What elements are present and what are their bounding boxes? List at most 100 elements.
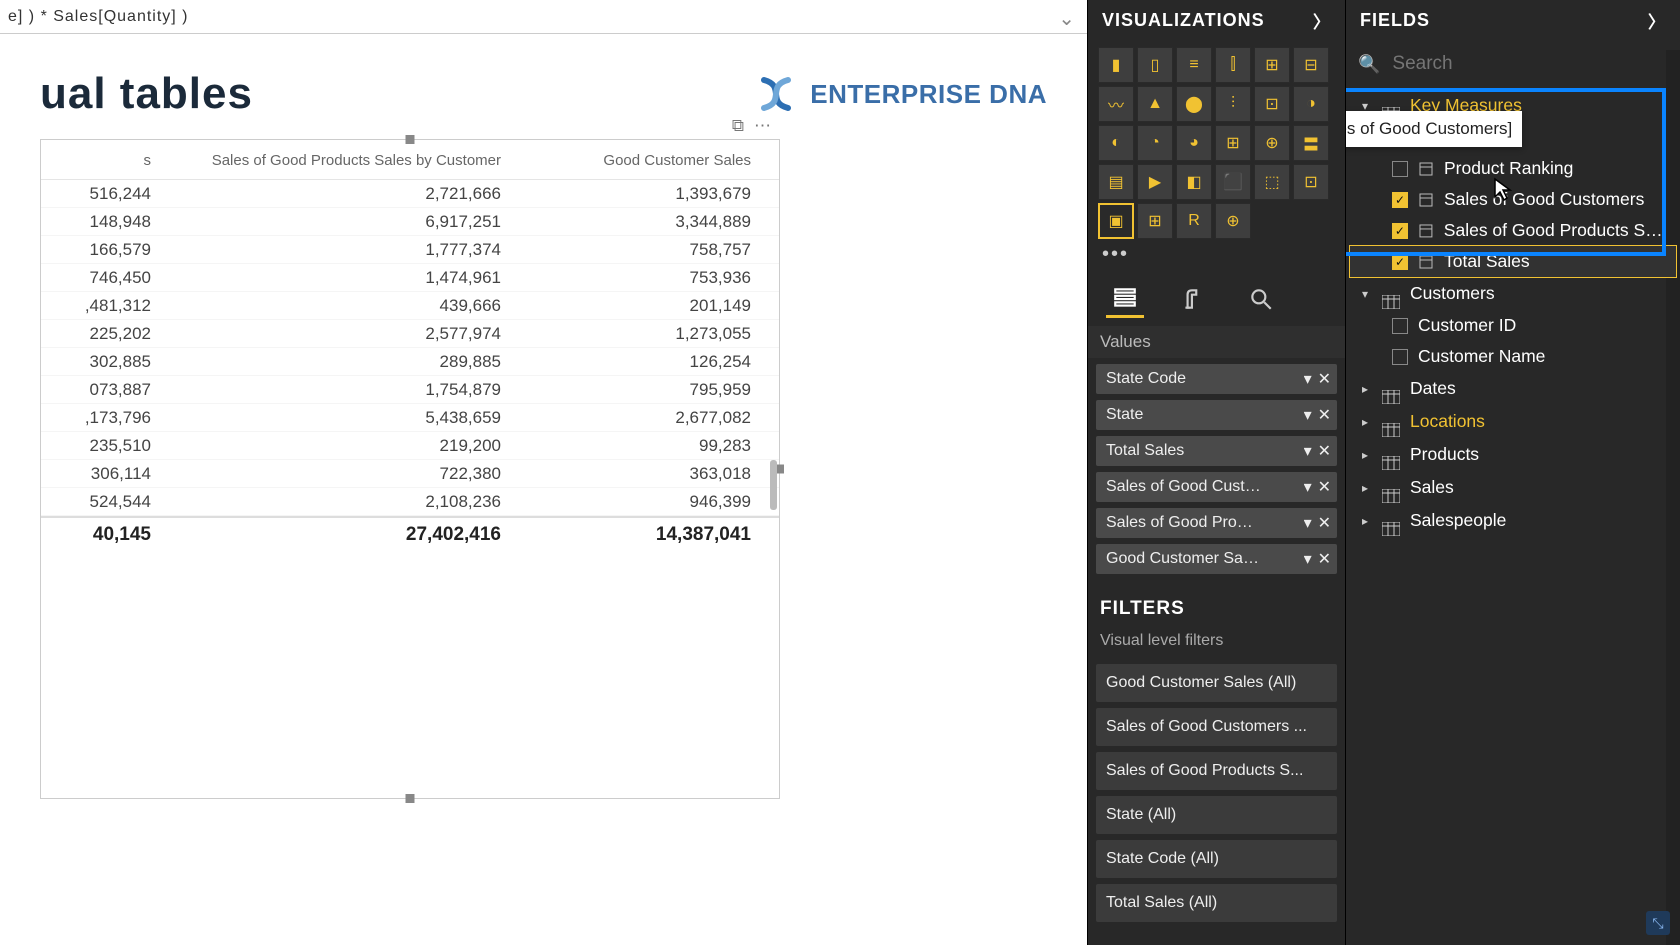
filter-card[interactable]: Total Sales (All): [1096, 884, 1337, 922]
formula-expand-icon[interactable]: ⌄: [1058, 6, 1075, 31]
viz-type-button[interactable]: ▮: [1098, 47, 1134, 83]
chevron-down-icon[interactable]: ▾: [1304, 549, 1312, 569]
more-options-icon[interactable]: ⋯: [754, 116, 771, 136]
checkbox[interactable]: ✓: [1392, 223, 1408, 239]
viz-type-button[interactable]: ▯: [1137, 47, 1173, 83]
viz-type-button[interactable]: ⊕: [1254, 125, 1290, 161]
collapse-viz-pane-icon[interactable]: 〉: [1313, 8, 1331, 33]
viz-type-button[interactable]: 〓: [1293, 125, 1329, 161]
viz-type-button[interactable]: ⊕: [1215, 203, 1251, 239]
expand-icon[interactable]: ▸: [1358, 481, 1372, 495]
viz-type-button[interactable]: ⬤: [1176, 86, 1212, 122]
scrollbar-vertical[interactable]: [770, 460, 777, 510]
expand-icon[interactable]: ▸: [1358, 514, 1372, 528]
viz-type-button[interactable]: ◕: [1176, 125, 1212, 161]
viz-type-button[interactable]: ⬛: [1215, 164, 1251, 200]
chevron-down-icon[interactable]: ▾: [1304, 369, 1312, 389]
col-header-1[interactable]: s: [51, 152, 151, 169]
fields-mode-button[interactable]: [1106, 280, 1144, 318]
resize-handle-n[interactable]: [406, 135, 415, 144]
viz-type-button[interactable]: ▶: [1137, 164, 1173, 200]
table-products[interactable]: ▸Products: [1350, 438, 1676, 471]
table-sales[interactable]: ▸Sales: [1350, 471, 1676, 504]
collapse-icon[interactable]: ▾: [1358, 287, 1372, 301]
filter-card[interactable]: Sales of Good Products S...: [1096, 752, 1337, 790]
table-dates[interactable]: ▸Dates: [1350, 372, 1676, 405]
expand-icon[interactable]: ▸: [1358, 448, 1372, 462]
field-item[interactable]: ✓Total Sales: [1350, 246, 1676, 277]
fields-search[interactable]: 🔍: [1346, 47, 1680, 89]
col-header-3[interactable]: Good Customer Sales: [501, 152, 751, 169]
expand-pane-button[interactable]: ⤡: [1646, 911, 1670, 935]
checkbox[interactable]: [1392, 349, 1408, 365]
expand-icon[interactable]: ▸: [1358, 415, 1372, 429]
field-item[interactable]: Customer ID: [1350, 310, 1676, 341]
viz-type-button[interactable]: ⊞: [1137, 203, 1173, 239]
format-mode-button[interactable]: [1174, 280, 1212, 318]
viz-type-button[interactable]: ⊞: [1254, 47, 1290, 83]
viz-type-button[interactable]: ⊟: [1293, 47, 1329, 83]
search-input[interactable]: [1392, 53, 1668, 75]
viz-type-button[interactable]: ◔: [1137, 125, 1173, 161]
table-row[interactable]: 235,510219,20099,283: [41, 432, 779, 460]
formula-bar[interactable]: e] ) * Sales[Quantity] ) ⌄: [0, 0, 1087, 34]
chevron-down-icon[interactable]: ▾: [1304, 441, 1312, 461]
table-visual[interactable]: ⧉ ⋯ s Sales of Good Products Sales by Cu…: [40, 139, 780, 799]
table-row[interactable]: 746,4501,474,961753,936: [41, 264, 779, 292]
value-well-item[interactable]: State▾✕: [1096, 400, 1337, 430]
filter-card[interactable]: State (All): [1096, 796, 1337, 834]
value-well-item[interactable]: Total Sales▾✕: [1096, 436, 1337, 466]
viz-type-button[interactable]: ⊞: [1215, 125, 1251, 161]
remove-icon[interactable]: ✕: [1318, 369, 1331, 389]
checkbox[interactable]: ✓: [1392, 254, 1408, 270]
viz-type-button[interactable]: ⫿: [1215, 47, 1251, 83]
checkbox[interactable]: [1392, 318, 1408, 334]
table-row[interactable]: 524,5442,108,236946,399: [41, 488, 779, 516]
viz-type-button[interactable]: ⬚: [1254, 164, 1290, 200]
table-row[interactable]: ,173,7965,438,6592,677,082: [41, 404, 779, 432]
remove-icon[interactable]: ✕: [1318, 513, 1331, 533]
viz-type-button[interactable]: 〰: [1098, 86, 1134, 122]
chevron-down-icon[interactable]: ▾: [1304, 513, 1312, 533]
values-well[interactable]: State Code▾✕State▾✕Total Sales▾✕Sales of…: [1088, 364, 1345, 582]
viz-type-button[interactable]: ◧: [1176, 164, 1212, 200]
viz-type-button[interactable]: ≡: [1176, 47, 1212, 83]
field-item[interactable]: ✓Sales of Good Products Sa...: [1350, 215, 1676, 246]
chevron-down-icon[interactable]: ▾: [1304, 405, 1312, 425]
table-locations[interactable]: ▸Locations: [1350, 405, 1676, 438]
filter-card[interactable]: State Code (All): [1096, 840, 1337, 878]
field-item[interactable]: Product Ranking: [1350, 153, 1676, 184]
field-item[interactable]: ✓Sales of Good Customers: [1350, 184, 1676, 215]
checkbox[interactable]: [1392, 161, 1408, 177]
remove-icon[interactable]: ✕: [1318, 405, 1331, 425]
value-well-item[interactable]: State Code▾✕: [1096, 364, 1337, 394]
remove-icon[interactable]: ✕: [1318, 549, 1331, 569]
table-row[interactable]: 516,2442,721,6661,393,679: [41, 180, 779, 208]
table-row[interactable]: 302,885289,885126,254: [41, 348, 779, 376]
table-row[interactable]: 148,9486,917,2513,344,889: [41, 208, 779, 236]
viz-type-button[interactable]: ▲: [1137, 86, 1173, 122]
table-customers[interactable]: ▾Customers: [1350, 277, 1676, 310]
table-salespeople[interactable]: ▸Salespeople: [1350, 504, 1676, 537]
remove-icon[interactable]: ✕: [1318, 477, 1331, 497]
table-row[interactable]: 073,8871,754,879795,959: [41, 376, 779, 404]
viz-type-button[interactable]: ⊡: [1254, 86, 1290, 122]
chevron-down-icon[interactable]: ▾: [1304, 477, 1312, 497]
viz-type-button[interactable]: ⫶: [1215, 86, 1251, 122]
value-well-item[interactable]: Sales of Good Customers▾✕: [1096, 472, 1337, 502]
viz-type-button[interactable]: ⊡: [1293, 164, 1329, 200]
field-item[interactable]: Customer Name: [1350, 341, 1676, 372]
viz-type-button[interactable]: ◐: [1098, 125, 1134, 161]
value-well-item[interactable]: Good Customer Sales▾✕: [1096, 544, 1337, 574]
viz-type-button[interactable]: ▤: [1098, 164, 1134, 200]
analytics-mode-button[interactable]: [1242, 280, 1280, 318]
value-well-item[interactable]: Sales of Good Products▾✕: [1096, 508, 1337, 538]
collapse-fields-pane-icon[interactable]: 〉: [1648, 8, 1666, 33]
table-row[interactable]: 225,2022,577,9741,273,055: [41, 320, 779, 348]
checkbox[interactable]: ✓: [1392, 192, 1408, 208]
viz-more-icon[interactable]: •••: [1088, 239, 1345, 270]
table-row[interactable]: 166,5791,777,374758,757: [41, 236, 779, 264]
filter-card[interactable]: Sales of Good Customers ...: [1096, 708, 1337, 746]
table-row[interactable]: 306,114722,380363,018: [41, 460, 779, 488]
remove-icon[interactable]: ✕: [1318, 441, 1331, 461]
